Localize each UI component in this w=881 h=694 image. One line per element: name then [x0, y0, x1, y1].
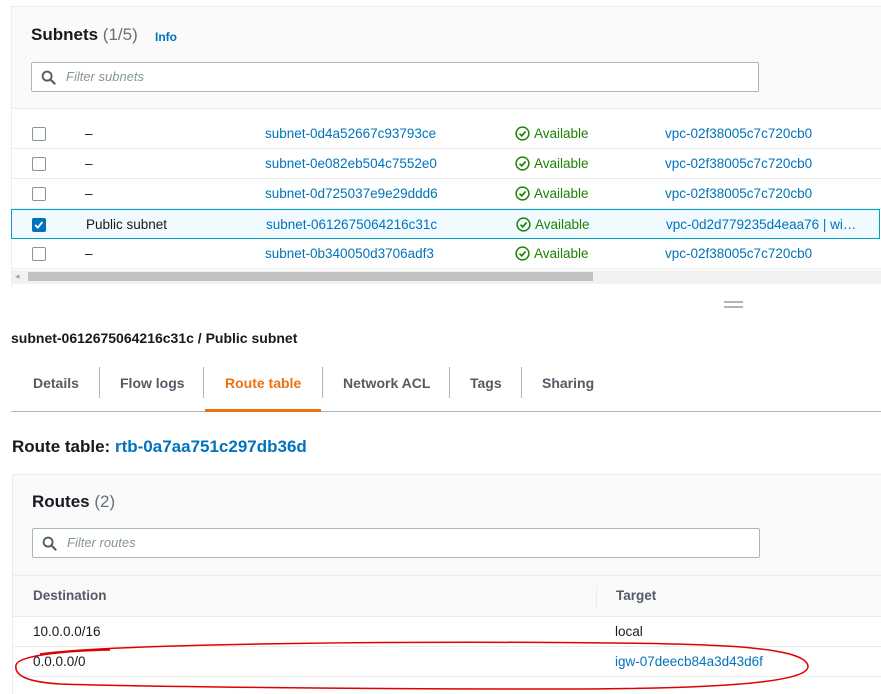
filter-subnets-placeholder: Filter subnets	[66, 69, 145, 84]
subnet-id-link[interactable]: subnet-0b340050d3706adf3	[265, 246, 434, 261]
route-table-id-link[interactable]: rtb-0a7aa751c297db36d	[115, 437, 307, 456]
row-checkbox-checked[interactable]	[32, 218, 46, 232]
route-target: local	[615, 624, 643, 639]
subnet-state: Available	[515, 186, 589, 201]
subnet-row[interactable]: – subnet-0e082eb504c7552e0 Available vpc…	[12, 149, 881, 179]
check-circle-icon	[515, 126, 530, 141]
subnets-selection-count: (1/5)	[102, 25, 138, 44]
subnet-id-link[interactable]: subnet-0612675064216c31c	[266, 217, 437, 232]
subnet-id-link[interactable]: subnet-0d4a52667c93793ce	[265, 126, 436, 141]
subnet-name: –	[85, 246, 93, 261]
tab-network-acl[interactable]: Network ACL	[343, 367, 430, 412]
subnet-state-text: Available	[534, 126, 589, 141]
column-header-destination[interactable]: Destination	[33, 588, 107, 603]
subnet-name: –	[85, 186, 93, 201]
horizontal-scrollbar-thumb[interactable]	[28, 272, 593, 281]
routes-title-text: Routes	[32, 492, 90, 511]
routes-count: (2)	[94, 492, 116, 511]
tab-route-table[interactable]: Route table	[205, 367, 321, 412]
subnet-row-selected[interactable]: Public subnet subnet-0612675064216c31c A…	[11, 209, 880, 239]
route-table-heading: Route table: rtb-0a7aa751c297db36d	[12, 437, 307, 457]
route-destination: 10.0.0.0/16	[33, 624, 101, 639]
vpc-id-link[interactable]: vpc-02f38005c7c720cb0	[665, 186, 812, 201]
subnets-title: Subnets (1/5)	[31, 25, 138, 45]
check-circle-icon	[515, 186, 530, 201]
subnet-state: Available	[515, 126, 589, 141]
tab-flow-logs[interactable]: Flow logs	[120, 367, 185, 412]
subnet-state-text: Available	[534, 186, 589, 201]
subnet-row[interactable]: – subnet-0d725037e9e29ddd6 Available vpc…	[12, 179, 881, 209]
search-icon	[42, 536, 57, 551]
filter-routes-input[interactable]: Filter routes	[32, 528, 760, 558]
check-circle-icon	[516, 217, 531, 232]
detail-tabs: Details Flow logs Route table Network AC…	[11, 367, 881, 412]
subnet-name: Public subnet	[86, 217, 168, 232]
filter-subnets-input[interactable]: Filter subnets	[31, 62, 759, 92]
subnet-state-text: Available	[534, 156, 589, 171]
tab-separator	[99, 367, 100, 398]
tab-sharing[interactable]: Sharing	[542, 367, 594, 412]
vpc-id-link[interactable]: vpc-02f38005c7c720cb0	[665, 126, 812, 141]
checkmark-icon	[34, 221, 44, 229]
subnet-state-text: Available	[534, 246, 589, 261]
split-panel-drag-handle-line[interactable]	[724, 306, 743, 308]
subnet-id-link[interactable]: subnet-0e082eb504c7552e0	[265, 156, 437, 171]
check-circle-icon	[515, 246, 530, 261]
column-header-target[interactable]: Target	[616, 588, 656, 603]
subnet-row[interactable]: – subnet-0b340050d3706adf3 Available vpc…	[12, 239, 881, 269]
route-row: 10.0.0.0/16 local	[13, 617, 881, 647]
row-checkbox[interactable]	[32, 247, 46, 261]
row-checkbox[interactable]	[32, 127, 46, 141]
check-circle-icon	[515, 156, 530, 171]
routes-panel-header	[13, 475, 881, 575]
row-checkbox[interactable]	[32, 157, 46, 171]
subnet-state: Available	[516, 217, 590, 232]
route-target-igw-link[interactable]: igw-07deecb84a3d43d6f	[615, 654, 763, 669]
vpc-id-link[interactable]: vpc-0d2d779235d4eaa76 | wi…	[666, 217, 856, 232]
subnets-title-text: Subnets	[31, 25, 99, 44]
tab-separator	[449, 367, 450, 398]
tab-tags[interactable]: Tags	[470, 367, 502, 412]
tab-details[interactable]: Details	[33, 367, 79, 412]
routes-title: Routes (2)	[32, 492, 115, 512]
subnet-name: –	[85, 156, 93, 171]
vpc-id-link[interactable]: vpc-02f38005c7c720cb0	[665, 156, 812, 171]
route-table-label: Route table:	[12, 437, 111, 456]
route-destination: 0.0.0.0/0	[33, 654, 86, 669]
routes-table-header: Destination Target	[13, 575, 881, 617]
split-panel-drag-handle[interactable]	[724, 301, 743, 303]
subnet-state: Available	[515, 246, 589, 261]
subnet-id-link[interactable]: subnet-0d725037e9e29ddd6	[265, 186, 438, 201]
column-divider[interactable]	[596, 586, 597, 608]
route-row: 0.0.0.0/0 igw-07deecb84a3d43d6f	[13, 647, 881, 677]
tab-separator	[521, 367, 522, 398]
scroll-left-icon[interactable]: ◂	[15, 271, 20, 282]
search-icon	[41, 70, 56, 85]
detail-panel-title: subnet-0612675064216c31c / Public subnet	[11, 330, 298, 346]
tab-separator	[322, 367, 323, 398]
tab-separator	[203, 367, 204, 398]
subnet-row[interactable]: – subnet-0d4a52667c93793ce Available vpc…	[12, 119, 881, 149]
subnets-info-link[interactable]: Info	[155, 30, 177, 44]
subnet-name: –	[85, 126, 93, 141]
filter-routes-placeholder: Filter routes	[67, 535, 136, 550]
subnets-panel-header	[12, 7, 881, 109]
row-checkbox[interactable]	[32, 187, 46, 201]
subnet-state-text: Available	[535, 217, 590, 232]
subnet-state: Available	[515, 156, 589, 171]
vpc-id-link[interactable]: vpc-02f38005c7c720cb0	[665, 246, 812, 261]
